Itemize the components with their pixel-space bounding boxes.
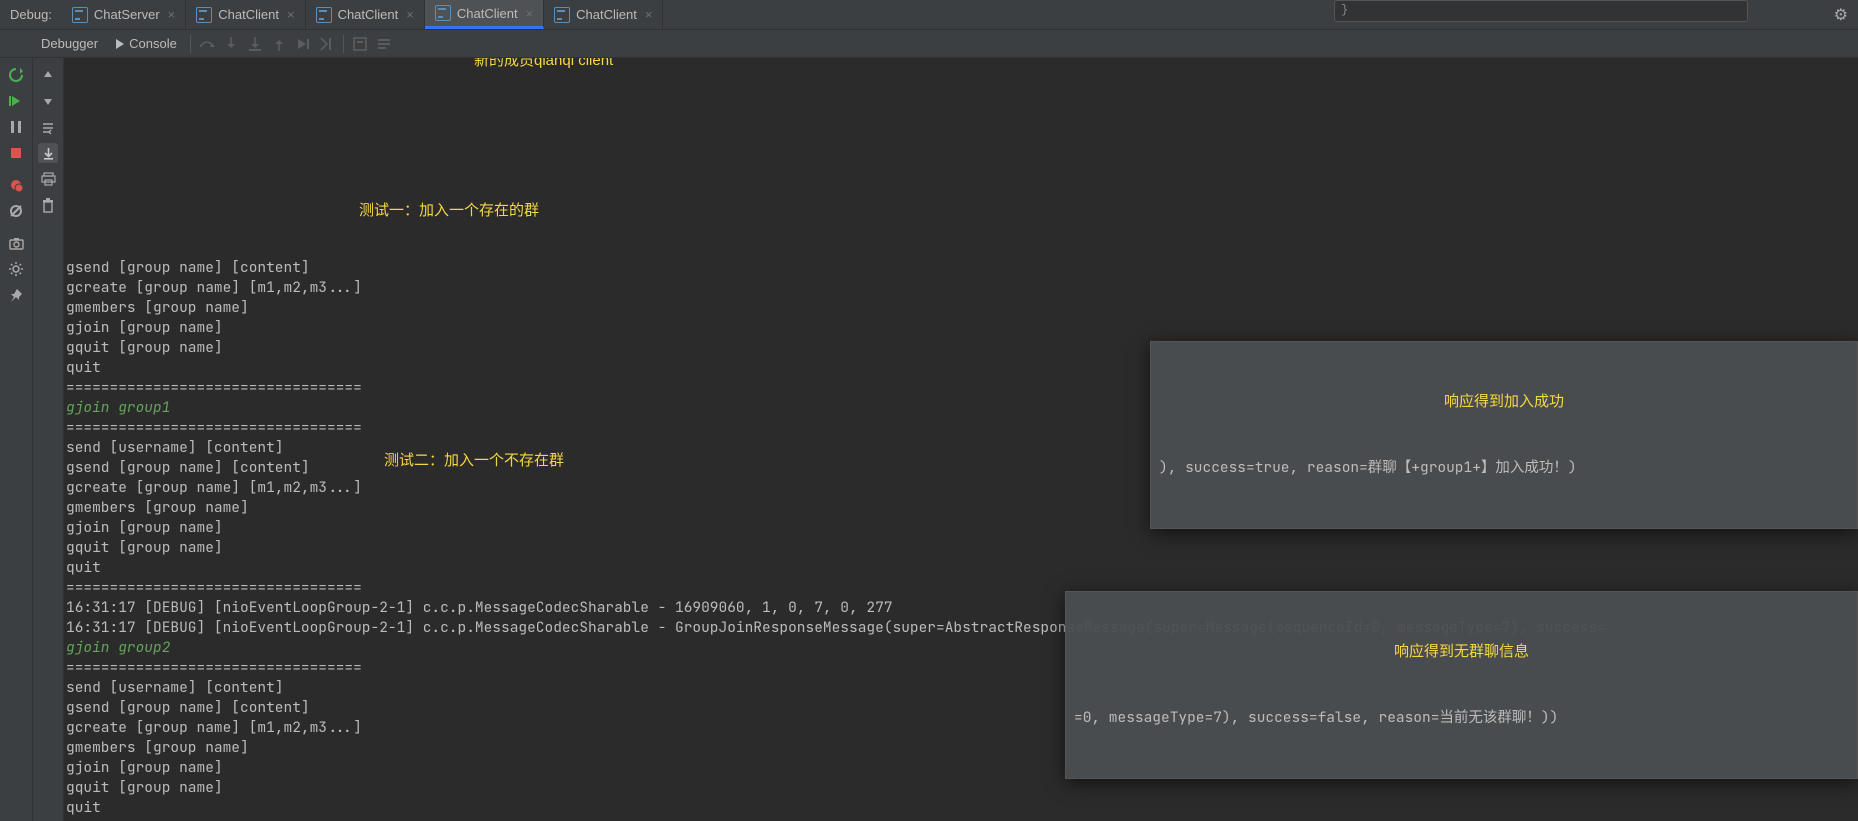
run-config-icon	[435, 5, 451, 21]
camera-icon[interactable]	[6, 233, 26, 253]
tooltip-success-body: ), success=true, reason=群聊【+group1+】加入成功…	[1159, 458, 1849, 478]
tooltip-success: 响应得到加入成功 ), success=true, reason=群聊【+gro…	[1150, 341, 1858, 529]
up-icon[interactable]	[38, 65, 58, 85]
run-config-icon	[316, 7, 332, 23]
separator	[343, 35, 344, 53]
run-tab[interactable]: ChatServer ×	[62, 0, 186, 29]
run-to-cursor-icon[interactable]	[318, 35, 336, 53]
console-tab-label: Console	[129, 36, 177, 51]
debug-label: Debug:	[0, 0, 62, 29]
scroll-to-end-icon[interactable]	[38, 143, 58, 163]
drop-frame-icon[interactable]	[294, 35, 312, 53]
body-columns: 新的成员qianqi client 测试一：加入一个存在的群 测试二：加入一个不…	[0, 58, 1858, 821]
run-tab-label: ChatClient	[338, 7, 399, 22]
settings-icon[interactable]	[6, 259, 26, 279]
run-tab[interactable]: ChatClient ×	[544, 0, 663, 29]
run-tab-label: ChatClient	[218, 7, 279, 22]
tooltip-fail-body: =0, messageType=7), success=false, reaso…	[1074, 708, 1849, 728]
close-icon[interactable]: ×	[645, 7, 653, 22]
close-icon[interactable]: ×	[526, 6, 534, 21]
console-output[interactable]: 新的成员qianqi client 测试一：加入一个存在的群 测试二：加入一个不…	[64, 58, 1858, 821]
run-config-icon	[554, 7, 570, 23]
console-line: gcreate [group name] [m1,m2,m3...]	[66, 278, 1858, 298]
step-into-icon[interactable]	[222, 35, 240, 53]
evaluate-icon[interactable]	[351, 35, 369, 53]
console-tab[interactable]: Console	[107, 36, 186, 51]
force-step-into-icon[interactable]	[246, 35, 264, 53]
console-line: gquit [group name]	[66, 538, 1858, 558]
console-gutter	[33, 58, 64, 821]
tooltip-success-title: 响应得到加入成功	[1159, 392, 1849, 412]
console-line: gjoin [group name]	[66, 318, 1858, 338]
step-out-icon[interactable]	[270, 35, 288, 53]
annotation-1: 新的成员qianqi client	[474, 58, 613, 71]
annotation-3: 测试二：加入一个不存在群	[384, 451, 564, 471]
print-icon[interactable]	[38, 169, 58, 189]
tooltip-fail-title: 响应得到无群聊信息	[1074, 642, 1849, 662]
run-config-icon	[72, 7, 88, 23]
pause-icon[interactable]	[6, 117, 26, 137]
run-tab-label: ChatClient	[457, 6, 518, 21]
console-line: gquit [group name]	[66, 778, 1858, 798]
rerun-icon[interactable]	[6, 65, 26, 85]
run-config-icon	[196, 7, 212, 23]
run-tab[interactable]: ChatClient ×	[186, 0, 305, 29]
down-icon[interactable]	[38, 91, 58, 111]
step-over-icon[interactable]	[198, 35, 216, 53]
annotation-2: 测试一：加入一个存在的群	[359, 201, 539, 221]
resume-icon[interactable]	[6, 91, 26, 111]
debug-subbar: Debugger Console	[0, 30, 1858, 58]
trace-icon[interactable]	[375, 35, 393, 53]
play-icon	[116, 39, 124, 49]
close-icon[interactable]: ×	[406, 7, 414, 22]
run-tab[interactable]: ChatClient ×	[425, 0, 544, 29]
run-gutter	[0, 58, 33, 821]
pin-icon[interactable]	[6, 285, 26, 305]
run-tab[interactable]: ChatClient ×	[306, 0, 425, 29]
run-tab-label: ChatServer	[94, 7, 160, 22]
console-line: gmembers [group name]	[66, 298, 1858, 318]
clear-icon[interactable]	[38, 195, 58, 215]
console-line: quit	[66, 798, 1858, 818]
close-icon[interactable]: ×	[168, 7, 176, 22]
separator	[190, 35, 191, 53]
mute-breakpoints-icon[interactable]	[6, 201, 26, 221]
search-pill[interactable]: }	[1334, 0, 1748, 22]
run-tab-label: ChatClient	[576, 7, 637, 22]
debug-tabstrip: Debug: ChatServer × ChatClient × ChatClient ×…	[0, 0, 1858, 30]
console-line: gsend [group name] [content]	[66, 258, 1858, 278]
console-line: quit	[66, 558, 1858, 578]
stop-icon[interactable]	[6, 143, 26, 163]
close-icon[interactable]: ×	[287, 7, 295, 22]
tooltip-fail: 响应得到无群聊信息 =0, messageType=7), success=fa…	[1065, 591, 1858, 779]
view-breakpoints-icon[interactable]	[6, 175, 26, 195]
debugger-tab[interactable]: Debugger	[32, 31, 107, 57]
soft-wrap-icon[interactable]	[38, 117, 58, 137]
gear-icon[interactable]: ⚙	[1834, 5, 1848, 25]
